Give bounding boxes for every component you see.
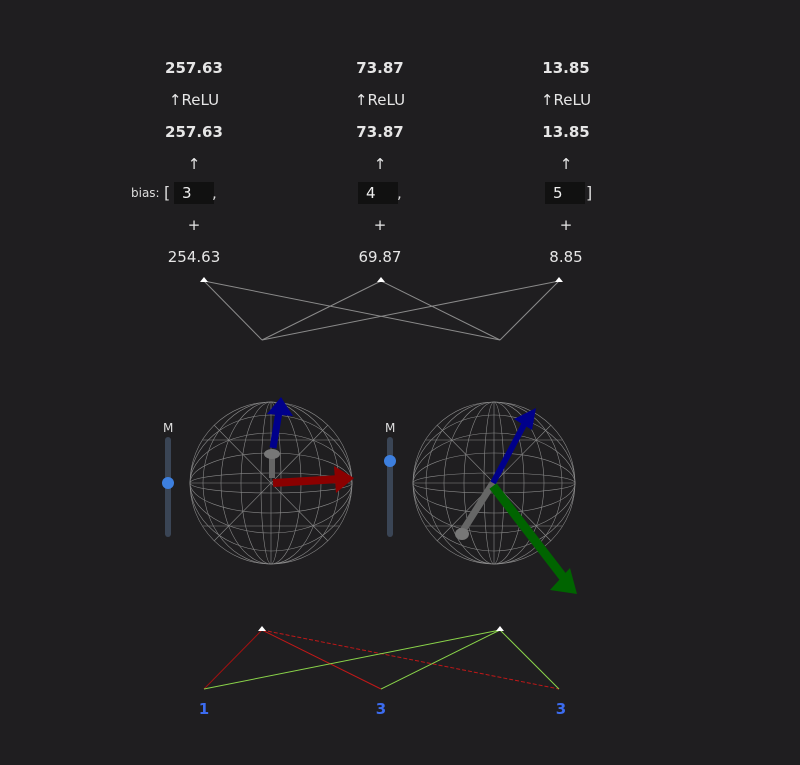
top-node-markers: [200, 277, 563, 282]
bottom-node-markers: [258, 626, 504, 631]
output-label-3: 3: [555, 700, 567, 718]
slider-thumb-right[interactable]: [384, 455, 396, 467]
bottom-connections: [203, 629, 560, 690]
slider-track-right[interactable]: [387, 437, 393, 537]
slider-thumb-left[interactable]: [162, 477, 174, 489]
output-label-2: 3: [375, 700, 387, 718]
slider-label: M: [163, 421, 174, 435]
output-label-1: 1: [198, 700, 210, 718]
top-connections: [203, 280, 560, 341]
slider-label: M: [385, 421, 396, 435]
network-graphics: [189, 277, 577, 690]
